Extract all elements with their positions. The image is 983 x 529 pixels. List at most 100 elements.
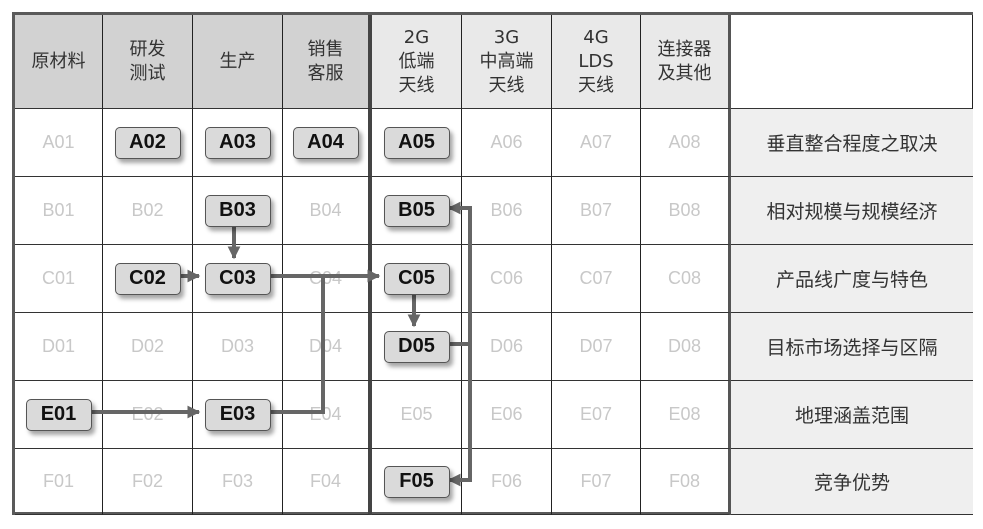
cell-code: D03	[220, 336, 255, 356]
activity-chip: A03	[204, 126, 271, 159]
matrix-cell: F07	[552, 449, 641, 515]
column-header: 原材料	[15, 15, 103, 109]
cell-code: B07	[579, 200, 613, 220]
matrix-cell: B04	[283, 177, 372, 245]
cell-code: C07	[579, 268, 613, 288]
matrix-cell: C04	[283, 245, 372, 313]
matrix-cell: E01	[15, 381, 103, 449]
cell-code: A01	[42, 132, 75, 152]
cell-code: E07	[579, 404, 613, 424]
matrix-cell: E07	[552, 381, 641, 449]
activity-chip: B03	[204, 194, 271, 227]
row-label: 目标市场选择与区隔	[731, 313, 973, 381]
column-header: 4G LDS 天线	[552, 15, 641, 109]
matrix-cell: F05	[372, 449, 462, 515]
matrix-cell: B03	[193, 177, 283, 245]
activity-chip: C03	[204, 262, 271, 295]
matrix-cell: C03	[193, 245, 283, 313]
cell-code: F03	[221, 471, 254, 491]
cell-code: D01	[41, 336, 76, 356]
column-header	[731, 15, 973, 109]
matrix-cell: D04	[283, 313, 372, 381]
matrix-cell: D08	[641, 313, 731, 381]
activity-chip: F05	[383, 465, 450, 498]
matrix-cell: C02	[103, 245, 193, 313]
matrix-cell: B08	[641, 177, 731, 245]
cell-code: A07	[579, 132, 613, 152]
row-label: 相对规模与规模经济	[731, 177, 973, 245]
activity-chip: A05	[383, 126, 450, 159]
cell-code: B01	[42, 200, 75, 220]
matrix-cell: E08	[641, 381, 731, 449]
cell-code: C06	[489, 268, 524, 288]
matrix-cell: B06	[462, 177, 552, 245]
cell-code: A06	[490, 132, 523, 152]
row-label: 垂直整合程度之取决	[731, 109, 973, 177]
activity-chip: B05	[383, 194, 450, 227]
matrix-cell: E05	[372, 381, 462, 449]
matrix-cell: D03	[193, 313, 283, 381]
column-header: 研发 测试	[103, 15, 193, 109]
cell-code: F07	[580, 471, 612, 491]
cell-code: E02	[131, 404, 164, 424]
cell-code: B06	[490, 200, 523, 220]
cell-code: B04	[309, 200, 342, 220]
matrix-cell: C06	[462, 245, 552, 313]
matrix-cell: D01	[15, 313, 103, 381]
cell-code: D04	[308, 336, 343, 356]
row-label: 地理涵盖范围	[731, 381, 973, 449]
matrix-cell: A02	[103, 109, 193, 177]
cell-code: A08	[668, 132, 701, 152]
activity-chip: A02	[114, 126, 181, 159]
matrix-cell: F01	[15, 449, 103, 515]
cell-code: F01	[42, 471, 75, 491]
matrix-cell: D07	[552, 313, 641, 381]
value-chain-matrix: 原材料 研发 测试 生产 销售 客服 2G 低端 天线 3G 中高端 天线 4G LDS 天…	[12, 12, 973, 515]
matrix-cell: B05	[372, 177, 462, 245]
matrix-cell: F08	[641, 449, 731, 515]
cell-code: D08	[667, 336, 702, 356]
cell-code: D06	[489, 336, 524, 356]
activity-chip: C05	[383, 262, 450, 295]
cell-code: C08	[667, 268, 702, 288]
matrix-cell: E02	[103, 381, 193, 449]
matrix-cell: C05	[372, 245, 462, 313]
matrix-cell: E06	[462, 381, 552, 449]
activity-chip: E03	[204, 398, 271, 431]
cell-code: E06	[490, 404, 523, 424]
matrix-cell: D05	[372, 313, 462, 381]
column-header: 2G 低端 天线	[372, 15, 462, 109]
matrix-cell: C08	[641, 245, 731, 313]
matrix-cell: C07	[552, 245, 641, 313]
cell-code: F04	[309, 471, 342, 491]
matrix-cell: E03	[193, 381, 283, 449]
cell-code: B02	[131, 200, 164, 220]
matrix-cell: B01	[15, 177, 103, 245]
activity-chip: D05	[383, 330, 450, 363]
matrix-cell: B07	[552, 177, 641, 245]
matrix-cell: F02	[103, 449, 193, 515]
cell-code: D07	[579, 336, 613, 356]
cell-code: E04	[309, 404, 342, 424]
cell-code: E05	[400, 404, 433, 424]
column-header: 3G 中高端 天线	[462, 15, 552, 109]
matrix-cell: F04	[283, 449, 372, 515]
activity-chip: C02	[114, 262, 181, 295]
column-header: 生产	[193, 15, 283, 109]
matrix-cell: C01	[15, 245, 103, 313]
matrix-cell: B02	[103, 177, 193, 245]
row-label: 产品线广度与特色	[731, 245, 973, 313]
cell-code: D02	[130, 336, 165, 356]
matrix-cell: A01	[15, 109, 103, 177]
matrix-cell: A04	[283, 109, 372, 177]
matrix-cell: A07	[552, 109, 641, 177]
activity-chip: E01	[25, 398, 92, 431]
cell-code: B08	[668, 200, 701, 220]
cell-code: F06	[490, 471, 523, 491]
row-label: 竞争优势	[731, 449, 973, 515]
activity-chip: A04	[292, 126, 359, 159]
cell-code: C01	[41, 268, 76, 288]
cell-code: F02	[131, 471, 164, 491]
matrix-cell: E04	[283, 381, 372, 449]
matrix-cell: A03	[193, 109, 283, 177]
